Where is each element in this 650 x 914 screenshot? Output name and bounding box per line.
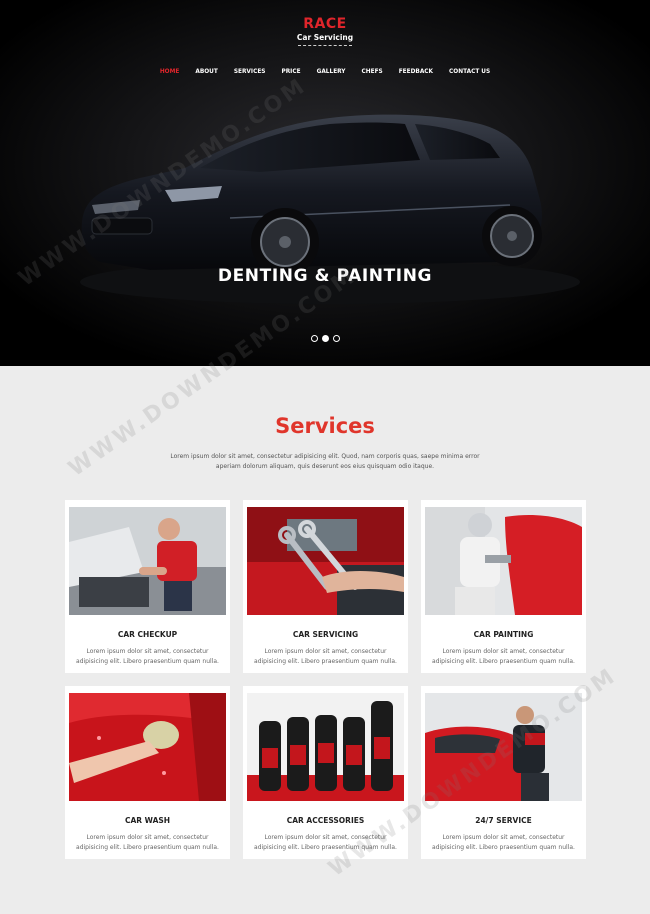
service-card[interactable]: CAR WASH Lorem ipsum dolor sit amet, con…	[65, 686, 230, 859]
slider-dots	[0, 335, 650, 342]
service-card[interactable]: 24/7 SERVICE Lorem ipsum dolor sit amet,…	[421, 686, 586, 859]
slider-dot[interactable]	[332, 335, 340, 342]
service-card-title: CAR PAINTING	[473, 630, 534, 639]
hero-caption: DENTING & PAINTING	[217, 266, 433, 286]
car-wash-image	[69, 693, 226, 801]
nav-item-price[interactable]: PRICE	[273, 69, 308, 75]
services-description: Lorem ipsum dolor sit amet, consectetur …	[170, 453, 480, 470]
nav-item-home[interactable]: HOME	[152, 69, 188, 75]
service-card-title: CAR ACCESSORIES	[286, 816, 365, 825]
service-card-text: Lorem ipsum dolor sit amet, consectetur …	[254, 648, 397, 665]
brand-logo[interactable]: RACE Car Servicing	[0, 16, 650, 46]
car-painting-image	[425, 507, 582, 615]
car-servicing-image	[247, 507, 404, 615]
nav-item-about[interactable]: ABOUT	[187, 69, 226, 75]
nav-item-gallery[interactable]: GALLERY	[309, 69, 354, 75]
service-card-text: Lorem ipsum dolor sit amet, consectetur …	[432, 648, 575, 665]
service-247-image	[425, 693, 582, 801]
services-title: Services	[275, 414, 375, 438]
brand-subtitle: Car Servicing	[296, 33, 354, 42]
nav-item-contact[interactable]: CONTACT US	[441, 69, 498, 75]
main-nav: HOME ABOUT SERVICES PRICE GALLERY CHEFS …	[0, 69, 650, 75]
brand-divider	[298, 45, 352, 46]
service-card-text: Lorem ipsum dolor sit amet, consectetur …	[76, 648, 219, 665]
slider-dot-active[interactable]	[321, 335, 329, 342]
service-card-title: 24/7 SERVICE	[475, 816, 532, 825]
car-checkup-image	[69, 507, 226, 615]
nav-item-services[interactable]: SERVICES	[226, 69, 274, 75]
slider-dot[interactable]	[310, 335, 318, 342]
service-card-text: Lorem ipsum dolor sit amet, consectetur …	[432, 834, 575, 851]
service-card-text: Lorem ipsum dolor sit amet, consectetur …	[76, 834, 219, 851]
service-card[interactable]: CAR PAINTING Lorem ipsum dolor sit amet,…	[421, 500, 586, 673]
hero-slider: RACE Car Servicing HOME ABOUT SERVICES P…	[0, 0, 650, 366]
car-accessories-image	[247, 693, 404, 801]
service-card[interactable]: CAR CHECKUP Lorem ipsum dolor sit amet, …	[65, 500, 230, 673]
service-card[interactable]: CAR SERVICING Lorem ipsum dolor sit amet…	[243, 500, 408, 673]
brand-name: RACE	[303, 16, 347, 32]
service-card-title: CAR WASH	[124, 816, 171, 825]
hero-car-image	[0, 0, 650, 366]
service-card-title: CAR CHECKUP	[117, 630, 178, 639]
service-card[interactable]: CAR ACCESSORIES Lorem ipsum dolor sit am…	[243, 686, 408, 859]
service-card-title: CAR SERVICING	[292, 630, 359, 639]
nav-item-feedback[interactable]: FEEDBACK	[391, 69, 441, 75]
nav-item-chefs[interactable]: CHEFS	[354, 69, 391, 75]
service-card-text: Lorem ipsum dolor sit amet, consectetur …	[254, 834, 397, 851]
